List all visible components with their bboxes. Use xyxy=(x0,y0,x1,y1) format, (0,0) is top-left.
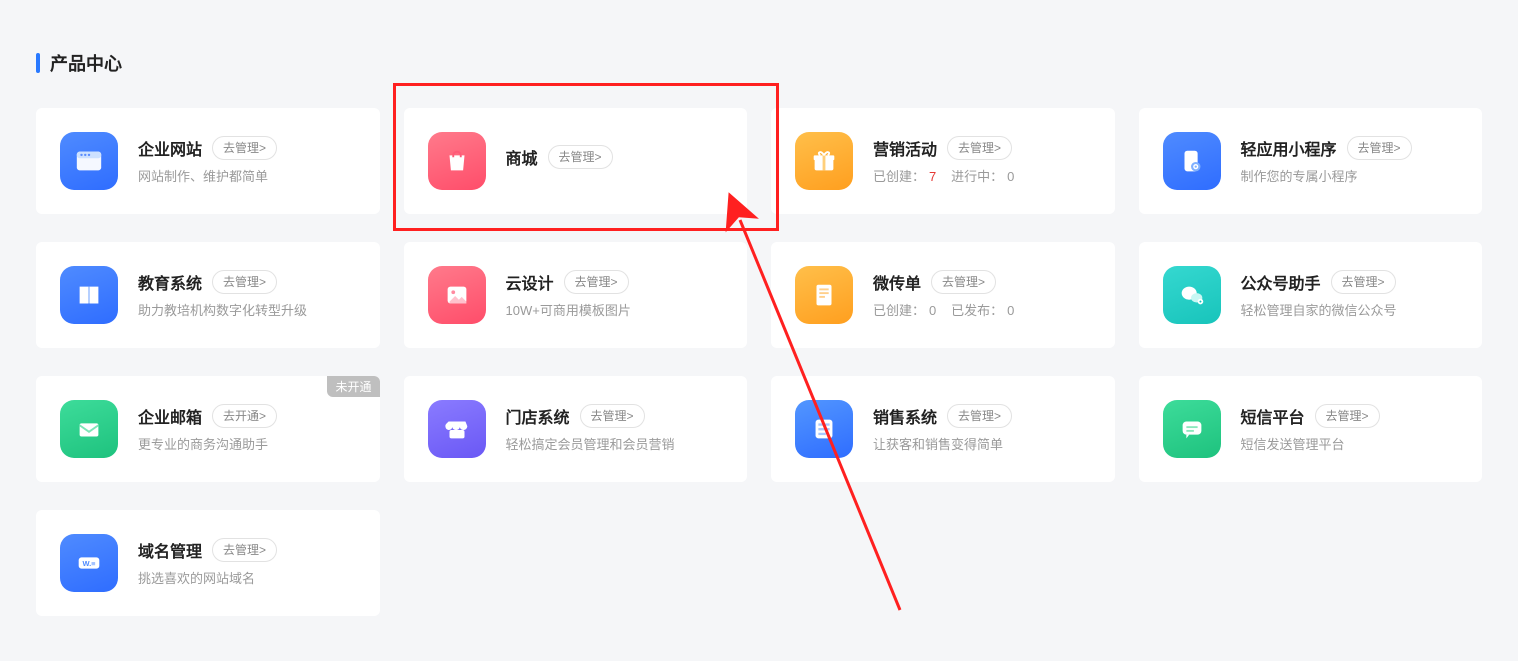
title-accent-bar xyxy=(36,53,40,73)
manage-button[interactable]: 去管理> xyxy=(564,270,629,294)
stat-created-label: 已创建： xyxy=(873,303,925,318)
card-mall[interactable]: 商城 去管理> xyxy=(404,108,748,214)
stat-published-label: 已发布： xyxy=(951,303,1003,318)
open-button[interactable]: 去开通> xyxy=(212,404,277,428)
card-design[interactable]: 云设计 去管理> 10W+可商用模板图片 xyxy=(404,242,748,348)
card-flyer[interactable]: 微传单 去管理> 已创建： 0 已发布： 0 xyxy=(771,242,1115,348)
gift-icon xyxy=(795,132,853,190)
card-title: 销售系统 xyxy=(873,404,937,428)
card-domain[interactable]: W.≡ 域名管理 去管理> 挑选喜欢的网站域名 xyxy=(36,510,380,616)
card-desc: 制作您的专属小程序 xyxy=(1241,168,1459,186)
not-opened-badge: 未开通 xyxy=(327,376,379,397)
card-desc: 挑选喜欢的网站域名 xyxy=(138,570,356,588)
card-marketing[interactable]: 营销活动 去管理> 已创建： 7 进行中： 0 xyxy=(771,108,1115,214)
card-desc: 轻松管理自家的微信公众号 xyxy=(1241,302,1459,320)
card-body: 营销活动 去管理> 已创建： 7 进行中： 0 xyxy=(873,136,1091,186)
card-body: 短信平台 去管理> 短信发送管理平台 xyxy=(1241,404,1459,454)
manage-button[interactable]: 去管理> xyxy=(548,145,613,169)
card-title: 企业邮箱 xyxy=(138,404,202,428)
card-stats: 已创建： 7 进行中： 0 xyxy=(873,168,1091,186)
chat-icon xyxy=(1163,400,1221,458)
card-body: 销售系统 去管理> 让获客和销售变得简单 xyxy=(873,404,1091,454)
card-stats: 已创建： 0 已发布： 0 xyxy=(873,302,1091,320)
card-sales[interactable]: 销售系统 去管理> 让获客和销售变得简单 xyxy=(771,376,1115,482)
stat-running-value: 0 xyxy=(1007,169,1014,184)
domain-icon: W.≡ xyxy=(60,534,118,592)
card-desc: 助力教培机构数字化转型升级 xyxy=(138,302,356,320)
manage-button[interactable]: 去管理> xyxy=(580,404,645,428)
card-title: 域名管理 xyxy=(138,538,202,562)
product-center-page: 产品中心 企业网站 去管理> 网站制作、维护都简单 商城 xyxy=(0,0,1518,636)
manage-button[interactable]: 去管理> xyxy=(1331,270,1396,294)
stat-created-label: 已创建： xyxy=(873,169,925,184)
manage-button[interactable]: 去管理> xyxy=(947,404,1012,428)
card-body: 商城 去管理> xyxy=(506,145,724,177)
card-website[interactable]: 企业网站 去管理> 网站制作、维护都简单 xyxy=(36,108,380,214)
mini-program-icon xyxy=(1163,132,1221,190)
book-icon xyxy=(60,266,118,324)
stat-created-value: 7 xyxy=(929,169,936,184)
section-title: 产品中心 xyxy=(36,50,1482,76)
page-icon xyxy=(795,266,853,324)
card-sms[interactable]: 短信平台 去管理> 短信发送管理平台 xyxy=(1139,376,1483,482)
card-desc: 10W+可商用模板图片 xyxy=(506,302,724,320)
stat-created-value: 0 xyxy=(929,303,936,318)
manage-button[interactable]: 去管理> xyxy=(931,270,996,294)
card-body: 域名管理 去管理> 挑选喜欢的网站域名 xyxy=(138,538,356,588)
card-body: 门店系统 去管理> 轻松搞定会员管理和会员营销 xyxy=(506,404,724,454)
card-desc: 短信发送管理平台 xyxy=(1241,436,1459,454)
card-title: 轻应用小程序 xyxy=(1241,136,1337,160)
manage-button[interactable]: 去管理> xyxy=(947,136,1012,160)
card-desc: 让获客和销售变得简单 xyxy=(873,436,1091,454)
svg-text:W.≡: W.≡ xyxy=(82,559,96,568)
cards-grid: 企业网站 去管理> 网站制作、维护都简单 商城 去管理> xyxy=(36,108,1482,616)
card-title: 教育系统 xyxy=(138,270,202,294)
manage-button[interactable]: 去管理> xyxy=(212,538,277,562)
card-title: 短信平台 xyxy=(1241,404,1305,428)
stat-running-label: 进行中： xyxy=(951,169,1003,184)
section-title-text: 产品中心 xyxy=(50,50,122,76)
card-mail[interactable]: 未开通 企业邮箱 去开通> 更专业的商务沟通助手 xyxy=(36,376,380,482)
card-desc: 轻松搞定会员管理和会员营销 xyxy=(506,436,724,454)
card-body: 教育系统 去管理> 助力教培机构数字化转型升级 xyxy=(138,270,356,320)
list-icon xyxy=(795,400,853,458)
shopping-bag-icon xyxy=(428,132,486,190)
card-title: 商城 xyxy=(506,145,538,169)
card-store[interactable]: 门店系统 去管理> 轻松搞定会员管理和会员营销 xyxy=(404,376,748,482)
card-title: 门店系统 xyxy=(506,404,570,428)
card-body: 微传单 去管理> 已创建： 0 已发布： 0 xyxy=(873,270,1091,320)
card-desc: 更专业的商务沟通助手 xyxy=(138,436,356,454)
card-miniapp[interactable]: 轻应用小程序 去管理> 制作您的专属小程序 xyxy=(1139,108,1483,214)
card-title: 企业网站 xyxy=(138,136,202,160)
card-body: 云设计 去管理> 10W+可商用模板图片 xyxy=(506,270,724,320)
window-icon xyxy=(60,132,118,190)
card-body: 轻应用小程序 去管理> 制作您的专属小程序 xyxy=(1241,136,1459,186)
card-body: 公众号助手 去管理> 轻松管理自家的微信公众号 xyxy=(1241,270,1459,320)
card-wechat[interactable]: 公众号助手 去管理> 轻松管理自家的微信公众号 xyxy=(1139,242,1483,348)
card-title: 公众号助手 xyxy=(1241,270,1321,294)
card-desc: 网站制作、维护都简单 xyxy=(138,168,356,186)
shop-icon xyxy=(428,400,486,458)
card-title: 云设计 xyxy=(506,270,554,294)
card-edu[interactable]: 教育系统 去管理> 助力教培机构数字化转型升级 xyxy=(36,242,380,348)
card-body: 企业邮箱 去开通> 更专业的商务沟通助手 xyxy=(138,404,356,454)
manage-button[interactable]: 去管理> xyxy=(212,270,277,294)
manage-button[interactable]: 去管理> xyxy=(212,136,277,160)
card-title: 微传单 xyxy=(873,270,921,294)
card-body: 企业网站 去管理> 网站制作、维护都简单 xyxy=(138,136,356,186)
manage-button[interactable]: 去管理> xyxy=(1347,136,1412,160)
card-title: 营销活动 xyxy=(873,136,937,160)
manage-button[interactable]: 去管理> xyxy=(1315,404,1380,428)
mail-icon xyxy=(60,400,118,458)
stat-published-value: 0 xyxy=(1007,303,1014,318)
image-icon xyxy=(428,266,486,324)
wechat-icon xyxy=(1163,266,1221,324)
